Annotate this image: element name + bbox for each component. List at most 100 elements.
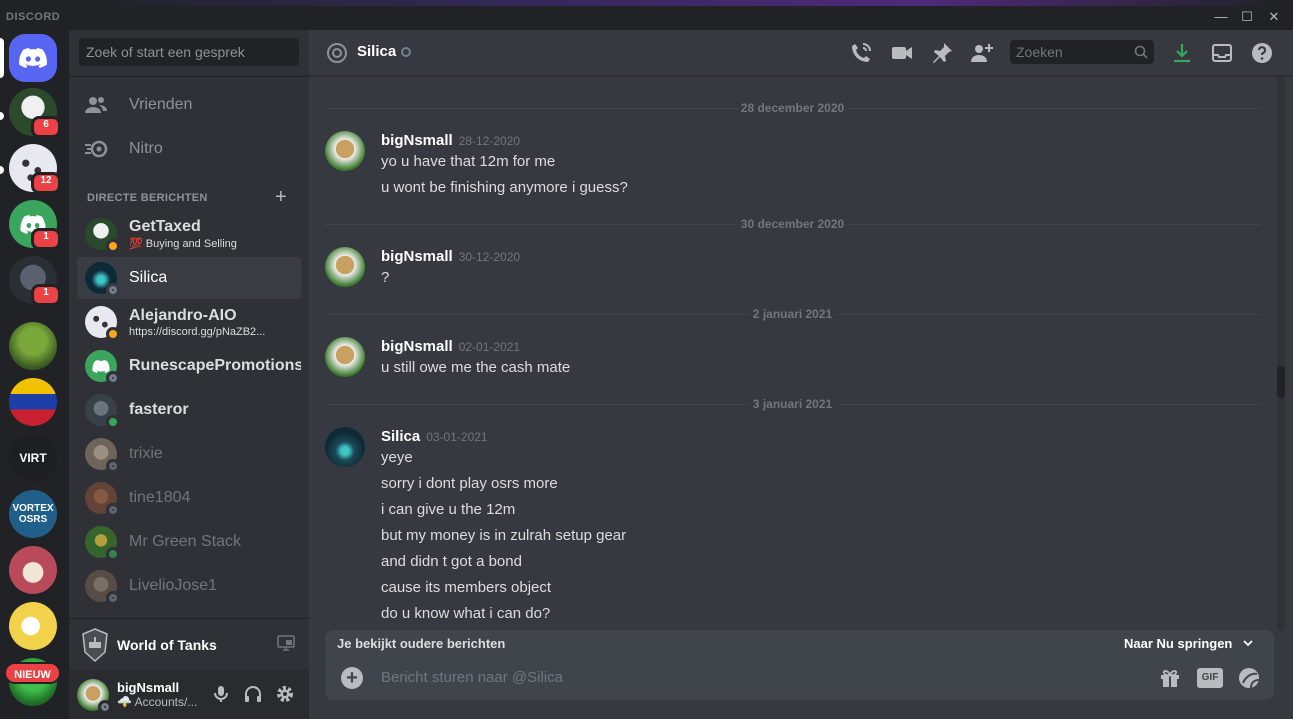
- inbox-icon[interactable]: [1210, 41, 1234, 65]
- guild-flag-icon: [9, 378, 57, 426]
- dm-name: RunescapePromotions: [129, 357, 301, 374]
- help-icon[interactable]: [1250, 41, 1274, 65]
- home-button[interactable]: [9, 34, 57, 82]
- friends-icon: [81, 89, 113, 121]
- dm-sidebar: Zoek of start een gesprek Vrienden Nitro…: [69, 30, 309, 719]
- guild-icon[interactable]: VIRT: [9, 434, 57, 482]
- status-online-icon: [106, 415, 120, 429]
- older-messages-bar: Je bekijkt oudere berichten Naar Nu spri…: [325, 630, 1274, 656]
- chat-search-input[interactable]: Zoeken: [1010, 40, 1154, 64]
- guild-icon[interactable]: [9, 322, 57, 370]
- dm-name: Alejandro-AIO: [129, 306, 237, 324]
- dm-item-silica[interactable]: Silica: [77, 257, 301, 299]
- message-input[interactable]: Bericht sturen naar @Silica: [381, 669, 563, 686]
- scrollbar-thumb[interactable]: [1277, 366, 1285, 398]
- microphone-icon[interactable]: [211, 684, 231, 704]
- dm-section-header: DIRECTE BERICHTEN: [87, 192, 208, 204]
- mention-badge: 1: [31, 228, 61, 250]
- guild-icon[interactable]: 6: [9, 88, 61, 138]
- guild-icon[interactable]: [9, 546, 57, 594]
- sticker-icon[interactable]: [1237, 666, 1261, 690]
- divider: [69, 76, 309, 77]
- date-divider-label: 2 januari 2021: [748, 307, 837, 321]
- dm-item-tine1804[interactable]: tine1804: [77, 477, 301, 519]
- chat-title: Silica: [357, 43, 397, 60]
- discord-logo-icon: [92, 359, 110, 373]
- status-offline-icon: [106, 503, 120, 517]
- status-idle-icon: [106, 239, 120, 253]
- dm-item-gettaxed[interactable]: GetTaxed 💯 Buying and Selling: [77, 213, 301, 255]
- mention-badge: 6: [31, 116, 61, 138]
- minimize-button[interactable]: —: [1212, 8, 1230, 26]
- date-divider: 30 december 2020: [325, 217, 1260, 231]
- status-offline-icon: [106, 459, 120, 473]
- author-avatar[interactable]: [325, 131, 365, 171]
- status-offline-icon: [106, 283, 120, 297]
- headphones-icon[interactable]: [243, 684, 263, 704]
- pin-icon[interactable]: [930, 41, 954, 65]
- voice-call-icon[interactable]: [849, 41, 873, 65]
- message-timestamp: 03-01-2021: [426, 430, 488, 444]
- dm-custom-status: 💯 Buying and Selling: [129, 238, 237, 250]
- title-bar-glow: [60, 0, 1293, 6]
- avatar: [85, 526, 120, 561]
- nitro-icon: [81, 133, 113, 165]
- guild-icon[interactable]: [9, 602, 57, 650]
- dm-name: LivelioJose1: [129, 577, 218, 594]
- nav-nitro-label: Nitro: [129, 140, 163, 157]
- gif-button[interactable]: GIF: [1197, 668, 1223, 688]
- message-line: ?: [381, 269, 390, 286]
- nav-friends[interactable]: Vrienden: [77, 84, 301, 126]
- guild-icon[interactable]: 1: [9, 200, 61, 250]
- video-call-icon[interactable]: [890, 41, 914, 65]
- dm-search-input[interactable]: Zoek of start een gesprek: [79, 38, 299, 66]
- settings-gear-icon[interactable]: [275, 684, 295, 704]
- maximize-button[interactable]: ☐: [1238, 8, 1256, 26]
- message-line: yo u have that 12m for me: [381, 153, 556, 170]
- date-divider-label: 30 december 2020: [736, 217, 849, 231]
- avatar: [85, 482, 120, 517]
- create-dm-button[interactable]: +: [275, 186, 287, 209]
- author-avatar[interactable]: [325, 337, 365, 377]
- nav-nitro[interactable]: Nitro: [77, 128, 301, 170]
- message-author[interactable]: bigNsmall: [381, 338, 453, 355]
- app-brand: DISCORD: [6, 11, 61, 23]
- guild-bull-icon: [9, 546, 57, 594]
- download-icon[interactable]: [1170, 41, 1194, 65]
- jump-to-present-button[interactable]: Naar Nu springen: [1124, 636, 1254, 651]
- message-line: do u know what i can do?: [381, 605, 551, 622]
- message-author[interactable]: bigNsmall: [381, 132, 453, 149]
- dm-item-runescapepromotions[interactable]: RunescapePromotions: [77, 345, 301, 387]
- avatar: [85, 262, 120, 297]
- dm-name: GetTaxed: [129, 218, 201, 235]
- message-timestamp: 30-12-2020: [458, 250, 521, 264]
- dm-item-fasteror[interactable]: fasteror: [77, 389, 301, 431]
- new-badge[interactable]: NIEUW: [4, 662, 61, 684]
- dm-item-trixie[interactable]: trixie: [77, 433, 301, 475]
- screen-share-icon[interactable]: [277, 635, 295, 651]
- message-timestamp: 28-12-2020: [458, 134, 521, 148]
- author-avatar[interactable]: [325, 247, 365, 287]
- guild-icon[interactable]: 12: [9, 144, 61, 194]
- message-line: u still owe me the cash mate: [381, 359, 571, 376]
- dm-item-alejandro-aio[interactable]: Alejandro-AIO https://discord.gg/pNaZB2.…: [77, 301, 301, 343]
- gift-icon[interactable]: [1158, 666, 1182, 690]
- activity-panel: World of Tanks: [69, 618, 309, 670]
- guild-icon[interactable]: VORTEX OSRS: [9, 490, 57, 538]
- message-list: 28 december 2020 bigNsmall 28-12-2020 yo …: [309, 76, 1293, 631]
- author-avatar[interactable]: [325, 427, 365, 467]
- dm-item-mr-green-stack[interactable]: Mr Green Stack: [77, 521, 301, 563]
- message-scrollbar[interactable]: [1277, 76, 1285, 631]
- dm-item-liveliojose1[interactable]: LivelioJose1: [77, 565, 301, 607]
- close-button[interactable]: ✕: [1265, 8, 1283, 26]
- message-author[interactable]: Silica: [381, 428, 420, 445]
- guild-icon[interactable]: 1: [9, 256, 61, 306]
- upload-plus-button[interactable]: +: [341, 667, 363, 689]
- home-indicator: [0, 38, 4, 78]
- message-composer[interactable]: + Bericht sturen naar @Silica GIF: [325, 656, 1274, 700]
- add-friend-to-dm-icon[interactable]: [970, 41, 994, 65]
- date-divider: 2 januari 2021: [325, 307, 1260, 321]
- guild-icon[interactable]: [9, 378, 57, 426]
- avatar[interactable]: [77, 678, 112, 714]
- message-author[interactable]: bigNsmall: [381, 248, 453, 265]
